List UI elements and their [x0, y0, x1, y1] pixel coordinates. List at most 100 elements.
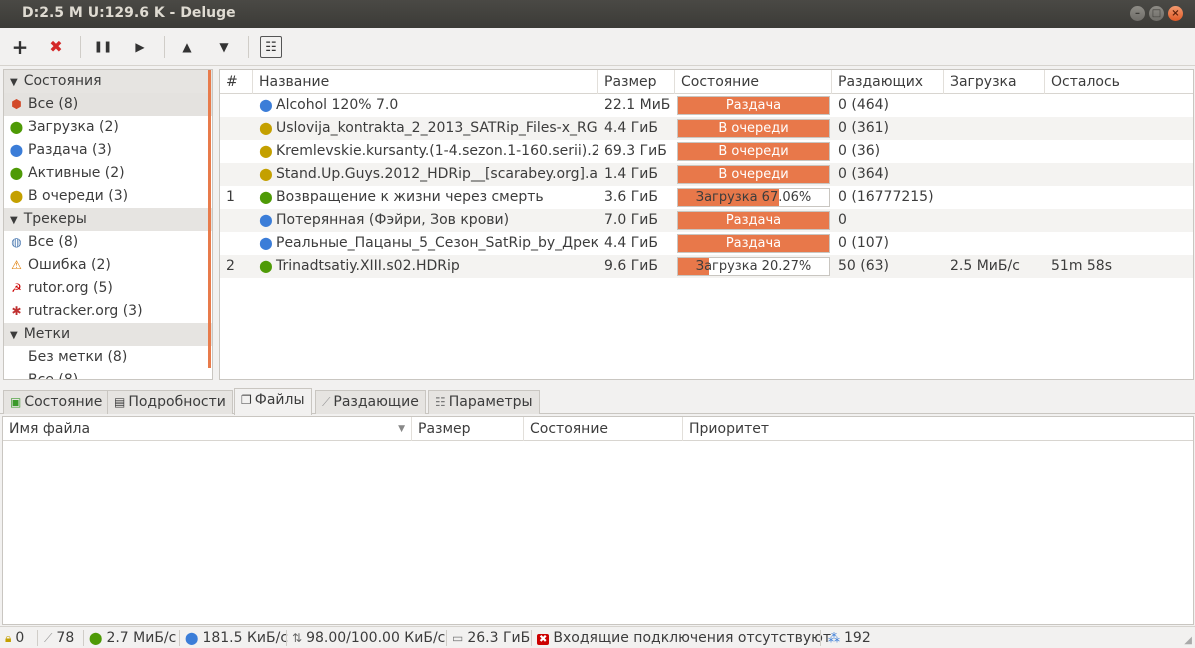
seeding-icon: ⬤	[9, 143, 24, 157]
sidebar-item-queued[interactable]: ⬤ В очереди (3)	[4, 185, 212, 208]
peers-status[interactable]: ⟋ 78	[44, 629, 74, 647]
collapse-arrow-icon[interactable]: ▼	[10, 77, 18, 88]
table-row[interactable]: ⬤ Alcohol 120% 7.0 22.1 МиБ 0 (464) Раздача	[220, 94, 1193, 117]
tab-peers[interactable]: ⟋ Раздающие	[315, 390, 426, 414]
cell-num	[220, 94, 253, 117]
tab-status[interactable]: ▣ Состояние	[3, 390, 110, 414]
status-separator	[37, 630, 38, 646]
column-header-filesize[interactable]: Размер	[412, 417, 524, 441]
peers-icon: ⟋	[322, 395, 331, 409]
sidebar-scrollbar[interactable]	[208, 70, 211, 368]
dht-nodes-value: 192	[844, 630, 871, 646]
free-space-value: 26.3 ГиБ	[467, 630, 531, 646]
column-header-seeds[interactable]: Раздающих	[832, 70, 944, 94]
column-header-size[interactable]: Размер	[598, 70, 675, 94]
collapse-arrow-icon[interactable]: ▼	[10, 215, 18, 226]
download-speed-status[interactable]: ⬤ 2.7 МиБ/с	[89, 629, 176, 647]
sidebar-section-states[interactable]: ▼ Состояния	[4, 70, 212, 93]
sidebar-item-label: Раздача (3)	[28, 142, 112, 158]
progress-label: Раздача	[725, 236, 782, 251]
column-header-name[interactable]: Название	[253, 70, 598, 94]
sidebar-item-rutor[interactable]: ☭ rutor.org (5)	[4, 277, 212, 300]
column-header-filename[interactable]: Имя файла ▼	[3, 417, 412, 441]
pause-icon[interactable]: ❚❚	[92, 36, 114, 58]
resize-grip-icon[interactable]: ◢	[1184, 635, 1192, 646]
close-button[interactable]: ×	[1168, 6, 1183, 21]
incoming-connections-text: Входящие подключения отсутствуют	[553, 630, 832, 646]
protocol-traffic-status[interactable]: ⇅ 98.00/100.00 КиБ/с	[292, 629, 445, 647]
cell-seeds: 0 (36)	[838, 143, 881, 159]
upload-icon: ⬤	[185, 631, 199, 645]
sidebar-section-trackers[interactable]: ▼ Трекеры	[4, 208, 212, 231]
free-space-status[interactable]: ▭ 26.3 ГиБ	[452, 629, 530, 647]
tab-label: Подробности	[128, 394, 226, 410]
dht-status[interactable]: ⁂ 192	[828, 629, 871, 647]
section-title: Трекеры	[23, 211, 87, 227]
sidebar-item-downloading[interactable]: ⬤ Загрузка (2)	[4, 116, 212, 139]
remove-icon[interactable]: ✖	[45, 36, 67, 58]
sidebar: ▼ Состояния ⬢ Все (8) ⬤ Загрузка (2) ⬤ Разда…	[3, 69, 213, 380]
sidebar-item-no-label[interactable]: Без метки (8)	[4, 346, 212, 369]
torrent-name: Alcohol 120% 7.0	[276, 97, 399, 113]
sidebar-item-seeding[interactable]: ⬤ Раздача (3)	[4, 139, 212, 162]
toolbar-separator	[80, 36, 81, 58]
add-icon[interactable]: +	[9, 36, 31, 58]
incoming-connections-status[interactable]: ✖ Входящие подключения отсутствуют	[537, 629, 831, 647]
maximize-button[interactable]: □	[1149, 6, 1164, 21]
table-row[interactable]: ⬤ Потерянная (Фэйри, Зов крови) 7.0 ГиБ 0 Ра…	[220, 209, 1193, 232]
queued-icon: ⬤	[259, 121, 273, 135]
column-header-filestate[interactable]: Состояние	[524, 417, 683, 441]
collapse-arrow-icon[interactable]: ▼	[10, 330, 18, 341]
sidebar-item-label: Все (8)	[28, 96, 79, 112]
column-header-queue[interactable]: #	[220, 70, 253, 94]
connections-status[interactable]: 🔒︎ 0	[5, 629, 24, 647]
tab-details[interactable]: ▤ Подробности	[107, 390, 233, 414]
sidebar-item-all[interactable]: ⬢ Все (8)	[4, 93, 212, 116]
move-up-icon[interactable]: ▲	[176, 36, 198, 58]
options-icon: ☷	[435, 395, 446, 409]
column-header-eta[interactable]: Осталось	[1045, 70, 1193, 94]
window-title: D:2.5 M U:129.6 K - Deluge	[22, 5, 236, 21]
seeding-icon: ⬤	[259, 98, 273, 112]
sidebar-item-label: Активные (2)	[28, 165, 125, 181]
rutor-icon: ☭	[11, 281, 22, 295]
table-row[interactable]: 2 ⬤ Trinadtsatiy.XIII.s02.HDRip 9.6 ГиБ 50 (…	[220, 255, 1193, 278]
cell-size: 4.4 ГиБ	[604, 235, 658, 251]
table-row[interactable]: ⬤ Реальные_Пацаны_5_Сезон_SatRip_by_Дрек_…	[220, 232, 1193, 255]
minimize-button[interactable]: –	[1130, 6, 1145, 21]
sidebar-item-active[interactable]: ⬤ Активные (2)	[4, 162, 212, 185]
sidebar-item-error[interactable]: ⚠ Ошибка (2)	[4, 254, 212, 277]
active-icon: ⬤	[9, 166, 24, 180]
progress-bar: В очереди	[677, 165, 830, 184]
details-tabs: ▣ Состояние ▤ Подробности ❐ Файлы ⟋ Раздающи…	[0, 388, 1195, 415]
sidebar-item-rutracker[interactable]: ✱ rutracker.org (3)	[4, 300, 212, 323]
column-header-state[interactable]: Состояние	[675, 70, 832, 94]
table-row[interactable]: 1 ⬤ Возвращение к жизни через смерть 3.6 Ги…	[220, 186, 1193, 209]
table-row[interactable]: ⬤ Uslovija_kontrakta_2_2013_SATRip_Files-…	[220, 117, 1193, 140]
resume-icon[interactable]: ▶	[129, 36, 151, 58]
sidebar-section-labels[interactable]: ▼ Метки	[4, 323, 212, 346]
sidebar-item-label: rutor.org (5)	[28, 280, 113, 296]
sidebar-item-labels-all[interactable]: Все (8)	[4, 369, 212, 379]
globe-icon: ◍	[11, 235, 22, 249]
column-header-download[interactable]: Загрузка	[944, 70, 1045, 94]
seeding-icon: ⬤	[259, 236, 273, 250]
table-row[interactable]: ⬤ Stand.Up.Guys.2012_HDRip__[scarabey.org…	[220, 163, 1193, 186]
column-header-priority[interactable]: Приоритет	[683, 417, 1193, 441]
tab-label: Параметры	[448, 394, 533, 410]
upload-speed-status[interactable]: ⬤ 181.5 КиБ/с	[185, 629, 288, 647]
warning-icon: ⚠	[11, 258, 22, 272]
sidebar-item-trackers-all[interactable]: ◍ Все (8)	[4, 231, 212, 254]
table-row[interactable]: ⬤ Kremlevskie.kursanty.(1-4.sezon.1-160.s…	[220, 140, 1193, 163]
cell-eta	[1045, 140, 1193, 163]
tab-options[interactable]: ☷ Параметры	[428, 390, 540, 414]
move-down-icon[interactable]: ▼	[213, 36, 235, 58]
cell-seeds: 0	[838, 212, 847, 228]
progress-label: В очереди	[718, 121, 789, 136]
preferences-icon[interactable]: ☷	[260, 36, 282, 58]
status-separator	[446, 630, 447, 646]
tab-files[interactable]: ❐ Файлы	[234, 388, 312, 415]
torrent-name: Trinadtsatiy.XIII.s02.HDRip	[276, 258, 460, 274]
cell-name: ⬤ Stand.Up.Guys.2012_HDRip__[scarabey.org…	[253, 163, 598, 186]
torrent-name: Возвращение к жизни через смерть	[276, 189, 544, 205]
